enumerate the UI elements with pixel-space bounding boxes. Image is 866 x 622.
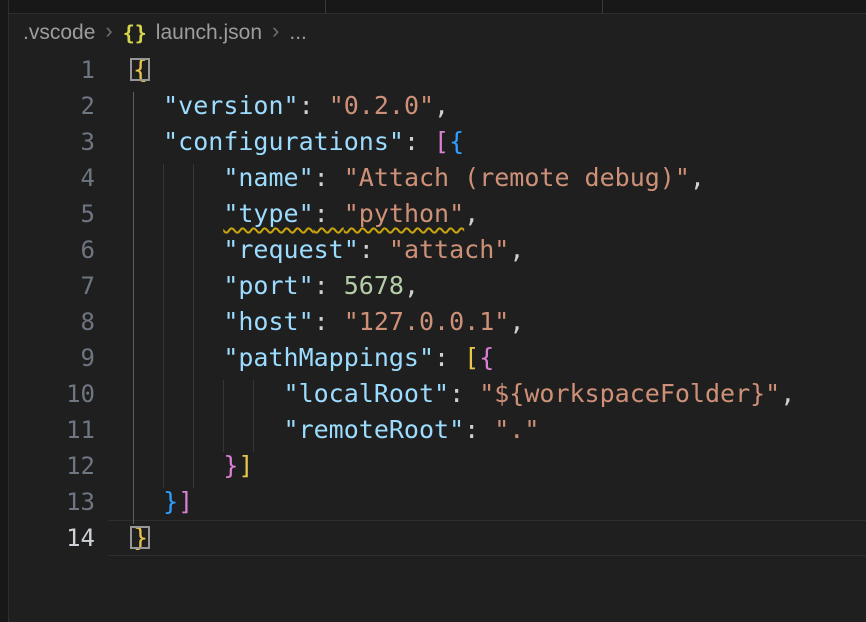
- breadcrumb: .vscode › {} launch.json › ...: [9, 14, 866, 52]
- json-braces-icon: {}: [123, 21, 147, 45]
- code-token: :: [434, 343, 464, 372]
- line-number[interactable]: 13: [9, 484, 95, 520]
- line-number[interactable]: 12: [9, 448, 95, 484]
- code-token: ".": [494, 415, 539, 444]
- line-number[interactable]: 7: [9, 268, 95, 304]
- line-number[interactable]: 2: [9, 88, 95, 124]
- activity-bar-sliver: [0, 0, 9, 622]
- code-token: "127.0.0.1": [344, 307, 510, 336]
- code-token: [133, 91, 163, 120]
- code-token: ,: [509, 307, 524, 336]
- code-token: 5678: [344, 271, 404, 300]
- line-number[interactable]: 9: [9, 340, 95, 376]
- code-line[interactable]: "version": "0.2.0",: [108, 88, 866, 124]
- line-number[interactable]: 5: [9, 196, 95, 232]
- code-token: }: [163, 487, 178, 516]
- code-token: ,: [690, 163, 705, 192]
- bracket-match: }: [133, 523, 148, 552]
- code-token: ]: [238, 451, 253, 480]
- line-number[interactable]: 11: [9, 412, 95, 448]
- code-token: "name": [223, 163, 313, 192]
- code-token: [133, 199, 223, 228]
- code-token: [133, 487, 163, 516]
- gutter[interactable]: 1234567891011121314: [9, 52, 95, 556]
- code-line[interactable]: "name": "Attach (remote debug)",: [108, 160, 866, 196]
- code-token: :: [314, 199, 344, 228]
- breadcrumb-file[interactable]: launch.json: [156, 21, 262, 45]
- code-token: ,: [404, 271, 419, 300]
- code-token: "0.2.0": [329, 91, 434, 120]
- chevron-right-icon: ›: [105, 18, 112, 44]
- code-token: [133, 271, 223, 300]
- code-line[interactable]: "type": "python",: [108, 196, 866, 232]
- code-token: "localRoot": [284, 379, 450, 408]
- code-token: [133, 379, 284, 408]
- code-token: :: [359, 235, 389, 264]
- code-line[interactable]: }]: [108, 484, 866, 520]
- line-number[interactable]: 1: [9, 52, 95, 88]
- code-token: :: [464, 415, 494, 444]
- code-line[interactable]: "remoteRoot": ".": [108, 412, 866, 448]
- code-token: ]: [178, 487, 193, 516]
- code-line[interactable]: {: [108, 52, 866, 88]
- code-token: ,: [780, 379, 795, 408]
- code-token: "${workspaceFolder}": [479, 379, 780, 408]
- code-line[interactable]: }: [108, 520, 866, 556]
- code-token: [133, 415, 284, 444]
- code-token: "request": [223, 235, 358, 264]
- code-token: ,: [509, 235, 524, 264]
- line-number[interactable]: 6: [9, 232, 95, 268]
- code-token: "pathMappings": [223, 343, 434, 372]
- code-token: [133, 451, 223, 480]
- code-token: "configurations": [163, 127, 404, 156]
- code-token: :: [314, 307, 344, 336]
- code-token: [133, 307, 223, 336]
- tab-bar: [9, 0, 866, 14]
- code-token: "python": [344, 199, 464, 228]
- code-line[interactable]: }]: [108, 448, 866, 484]
- tab-separator: [602, 0, 603, 13]
- tab-separator: [325, 0, 326, 13]
- line-number[interactable]: 4: [9, 160, 95, 196]
- line-number[interactable]: 8: [9, 304, 95, 340]
- code-token: [: [434, 127, 449, 156]
- code-token: "attach": [389, 235, 509, 264]
- code-line[interactable]: "request": "attach",: [108, 232, 866, 268]
- line-number[interactable]: 10: [9, 376, 95, 412]
- code-token: [133, 343, 223, 372]
- code-token: [133, 163, 223, 192]
- code-lines[interactable]: { "version": "0.2.0", "configurations": …: [108, 52, 866, 556]
- code-token: "type": [223, 199, 313, 228]
- code-token: ,: [434, 91, 449, 120]
- code-token: [133, 127, 163, 156]
- code-token: "version": [163, 91, 298, 120]
- code-line[interactable]: "configurations": [{: [108, 124, 866, 160]
- code-token: [133, 235, 223, 264]
- chevron-right-icon: ›: [272, 18, 279, 44]
- code-token: "host": [223, 307, 313, 336]
- code-line[interactable]: "pathMappings": [{: [108, 340, 866, 376]
- code-line[interactable]: "host": "127.0.0.1",: [108, 304, 866, 340]
- code-token: :: [314, 163, 344, 192]
- code-line[interactable]: "port": 5678,: [108, 268, 866, 304]
- code-token: }: [223, 451, 238, 480]
- code-token: "remoteRoot": [284, 415, 465, 444]
- line-number[interactable]: 3: [9, 124, 95, 160]
- code-token: {: [449, 127, 464, 156]
- bracket-match: {: [133, 55, 148, 84]
- code-token: "port": [223, 271, 313, 300]
- code-token: :: [299, 91, 329, 120]
- code-token: :: [404, 127, 434, 156]
- code-token: :: [449, 379, 479, 408]
- code-line[interactable]: "localRoot": "${workspaceFolder}",: [108, 376, 866, 412]
- code-token: {: [479, 343, 494, 372]
- breadcrumb-symbol-more[interactable]: ...: [289, 21, 307, 45]
- code-token: "Attach (remote debug)": [344, 163, 690, 192]
- breadcrumb-folder[interactable]: .vscode: [23, 21, 95, 45]
- code-token: ,: [464, 199, 479, 228]
- code-token: :: [314, 271, 344, 300]
- line-number[interactable]: 14: [9, 520, 95, 556]
- code-token: [: [464, 343, 479, 372]
